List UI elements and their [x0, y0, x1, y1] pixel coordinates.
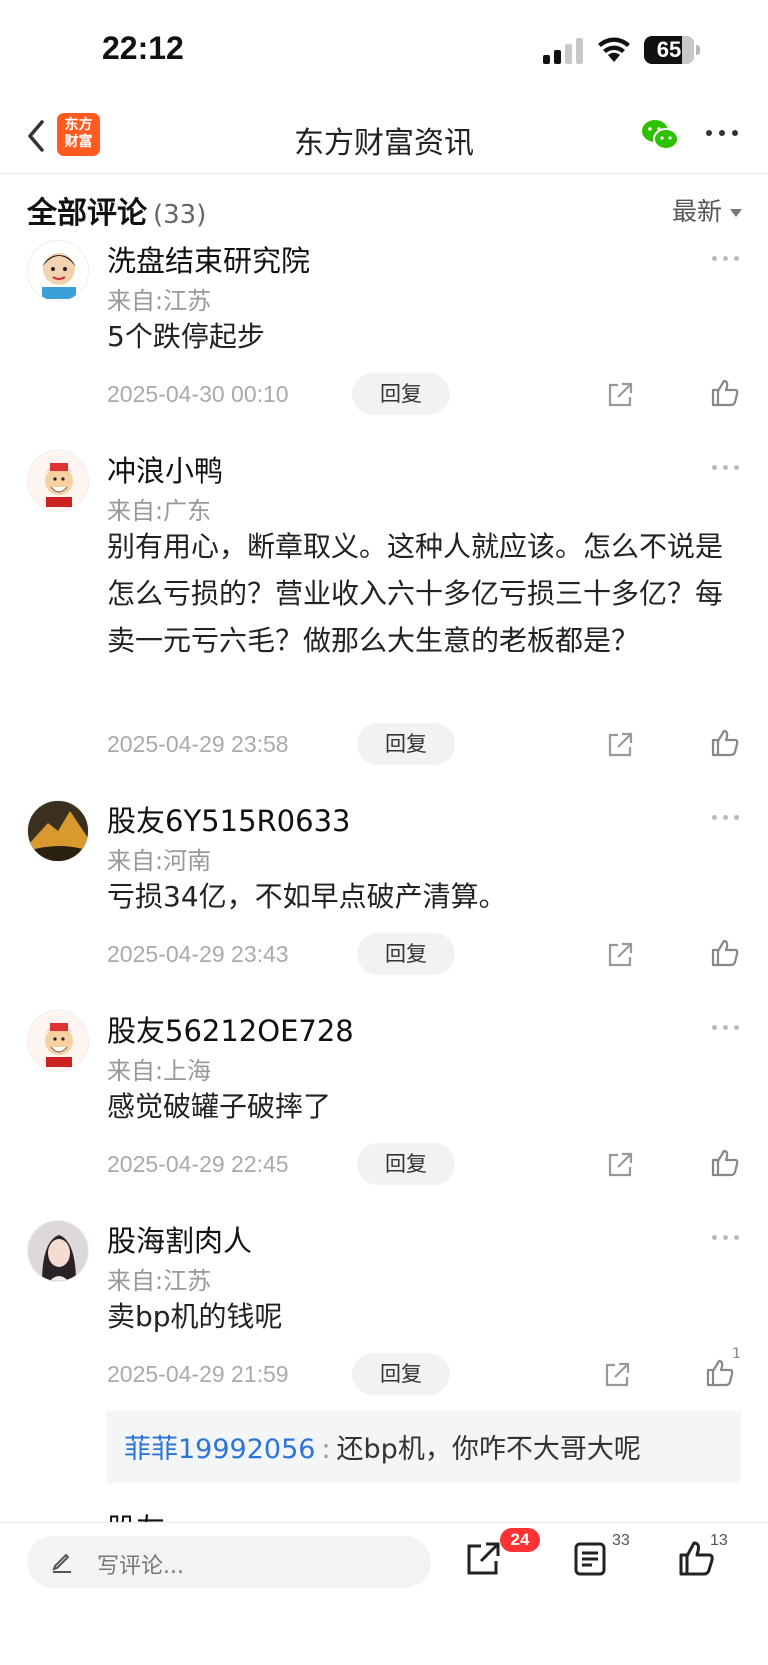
comment-username[interactable]: 股友6Y515R0633 [107, 798, 350, 840]
sort-label: 最新 [671, 197, 722, 226]
status-bar: 22:12 65 [0, 0, 768, 100]
comment-text: 亏损34亿，不如早点破产清算。 [107, 880, 507, 913]
status-time: 22:12 [102, 30, 184, 66]
comment-username[interactable]: 冲浪小鸭 [107, 448, 223, 490]
comment-text: 别有用心，断章取义。这种人就应该。怎么不说是怎么亏损的？营业收入六十多亿亏损三十… [107, 530, 724, 657]
share-badge: 24 [500, 1528, 540, 1552]
comments-icon[interactable] [570, 1539, 610, 1579]
likes-total: 13 [710, 1532, 728, 1549]
sub-reply-text: 还bp机，你咋不大哥大呢 [336, 1434, 641, 1465]
comment-text: 卖bp机的钱呢 [107, 1300, 283, 1333]
comments-label: 全部评论 [27, 196, 147, 231]
sort-dropdown[interactable]: 最新 [672, 192, 742, 228]
reply-button[interactable]: 回复 [357, 723, 455, 765]
like-icon[interactable] [709, 377, 741, 409]
comment-more-icon[interactable] [712, 813, 742, 823]
avatar[interactable] [27, 1220, 89, 1282]
avatar[interactable] [27, 800, 89, 862]
comment-location: 来自:河南 [107, 847, 212, 875]
share-icon[interactable] [605, 940, 635, 970]
comments-count: (33) [153, 200, 207, 230]
nav-bar: 东方 财富 东方财富资讯 [0, 100, 768, 174]
comment-username[interactable]: 洗盘结束研究院 [107, 238, 310, 280]
reply-button[interactable]: 回复 [352, 1353, 450, 1395]
comment-username[interactable]: 股海割肉人 [107, 1218, 252, 1260]
comments-header: 全部评论 (33) 最新 [27, 188, 742, 231]
share-icon[interactable] [605, 1150, 635, 1180]
comment-date: 2025-04-29 23:58 [107, 731, 289, 757]
sub-reply-username[interactable]: 菲菲19992056 [124, 1434, 315, 1465]
battery-icon: 65 [644, 36, 700, 64]
comment-text: 5个跌停起步 [107, 320, 265, 353]
more-icon[interactable] [705, 126, 739, 140]
comments-total: 33 [612, 1532, 630, 1549]
avatar[interactable] [27, 240, 89, 302]
sub-reply-separator: : [321, 1434, 331, 1465]
share-icon[interactable] [605, 730, 635, 760]
wifi-icon [598, 37, 630, 62]
like-icon[interactable] [709, 727, 741, 759]
comment-more-icon[interactable] [712, 463, 742, 473]
share-icon[interactable] [463, 1539, 503, 1579]
avatar[interactable] [27, 1010, 89, 1072]
like-count: 1 [732, 1346, 741, 1362]
comment-more-icon[interactable] [712, 1023, 742, 1033]
comment-more-icon[interactable] [712, 1233, 742, 1243]
comment-date: 2025-04-29 21:59 [107, 1361, 289, 1387]
share-icon[interactable] [605, 380, 635, 410]
pen-icon [52, 1553, 71, 1573]
comment-date: 2025-04-30 00:10 [107, 381, 289, 407]
wechat-share-icon[interactable] [640, 118, 680, 152]
comment-date: 2025-04-29 23:43 [107, 941, 289, 967]
comment-location: 来自:江苏 [107, 1267, 212, 1295]
comment-date: 2025-04-29 22:45 [107, 1151, 289, 1177]
reply-button[interactable]: 回复 [357, 1143, 455, 1185]
caret-down-icon [730, 209, 742, 217]
like-icon[interactable] [709, 1147, 741, 1179]
comment-location: 来自:江苏 [107, 287, 212, 315]
like-icon[interactable] [709, 937, 741, 969]
battery-level: 65 [656, 37, 682, 62]
write-comment-input[interactable]: 写评论... [27, 1536, 431, 1588]
comment-location: 来自:广东 [107, 497, 212, 525]
sub-reply[interactable]: 菲菲19992056: 还bp机，你咋不大哥大呢 [106, 1411, 741, 1483]
write-comment-placeholder: 写评论... [97, 1554, 184, 1579]
comment-location: 来自:上海 [107, 1057, 212, 1085]
share-icon[interactable] [602, 1360, 632, 1390]
comment-username[interactable]: 股友56212OE728 [107, 1008, 354, 1050]
reply-button[interactable]: 回复 [357, 933, 455, 975]
reply-button[interactable]: 回复 [352, 373, 450, 415]
bottom-bar: 写评论... 24 33 13 [0, 1522, 768, 1665]
comment-text: 感觉破罐子破摔了 [107, 1090, 332, 1123]
comment-more-icon[interactable] [712, 254, 742, 264]
cellular-signal-icon [543, 38, 585, 64]
avatar[interactable] [27, 450, 89, 512]
